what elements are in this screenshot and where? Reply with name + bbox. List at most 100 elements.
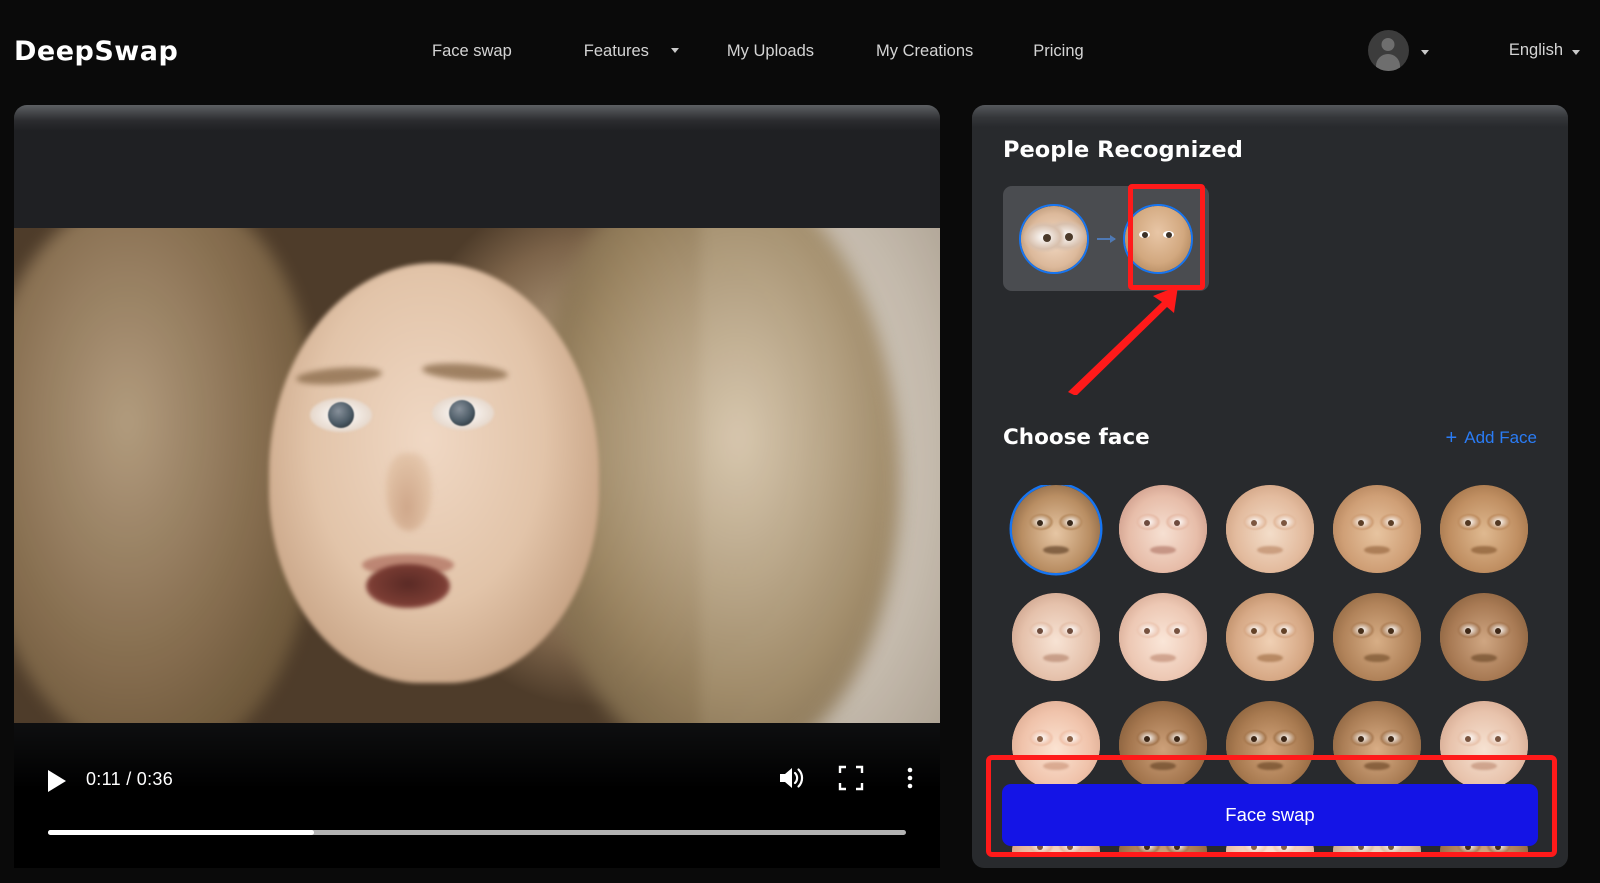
face-thumbnail-mouth bbox=[1256, 546, 1283, 554]
face-thumbnail-mouth bbox=[1363, 546, 1390, 554]
choose-face-header: Choose face + Add Face bbox=[1003, 425, 1537, 450]
language-chevron-down-icon bbox=[1572, 49, 1580, 55]
account-chevron-down-icon[interactable] bbox=[1420, 49, 1429, 55]
video-control-icons bbox=[774, 763, 940, 793]
face-thumbnail bbox=[1225, 485, 1314, 573]
face-selection-panel: People Recognized Choose face + Add Face… bbox=[972, 105, 1568, 868]
face-option-face-5[interactable] bbox=[1439, 485, 1528, 573]
recognized-source-face[interactable] bbox=[1019, 203, 1089, 274]
face-thumbnail bbox=[1332, 701, 1421, 789]
brand-logo[interactable]: DeepSwap bbox=[14, 36, 178, 67]
user-avatar-icon[interactable] bbox=[1367, 30, 1409, 71]
face-thumbnail-eyes bbox=[1144, 736, 1151, 742]
face-thumbnail-eyes bbox=[1464, 520, 1471, 526]
video-controls-bar: 0:11 / 0:36 bbox=[14, 723, 940, 868]
face-thumbnail-mouth bbox=[1256, 654, 1283, 662]
face-thumbnail-mouth bbox=[1150, 546, 1177, 554]
add-face-label: Add Face bbox=[1464, 427, 1537, 447]
fullscreen-icon[interactable] bbox=[836, 763, 866, 793]
face-thumbnail-eyes bbox=[1250, 628, 1257, 634]
language-label: English bbox=[1508, 41, 1563, 59]
face-option-face-8[interactable] bbox=[1225, 593, 1314, 681]
face-option-face-4[interactable] bbox=[1332, 485, 1421, 573]
recognized-person-pair[interactable] bbox=[1003, 186, 1209, 291]
nav-link-my-uploads[interactable]: My Uploads bbox=[727, 38, 814, 64]
face-thumbnail bbox=[1439, 701, 1528, 789]
face-option-face-1[interactable] bbox=[1012, 485, 1101, 573]
face-thumbnail-eyes bbox=[1037, 628, 1044, 634]
face-thumbnail-eyes bbox=[1357, 628, 1364, 634]
nav-link-features[interactable]: Features bbox=[584, 38, 649, 64]
people-recognized-title: People Recognized bbox=[1003, 137, 1243, 163]
face-option-face-3[interactable] bbox=[1225, 485, 1314, 573]
face-thumbnail bbox=[1332, 593, 1421, 681]
face-thumbnail bbox=[1119, 485, 1208, 573]
face-thumbnail-mouth bbox=[1470, 546, 1497, 554]
nav-link-my-creations[interactable]: My Creations bbox=[876, 38, 973, 64]
video-frame-face bbox=[269, 263, 599, 683]
face-thumbnail-mouth bbox=[1043, 762, 1070, 770]
video-frame-iris-left bbox=[328, 402, 354, 428]
more-options-icon[interactable] bbox=[898, 763, 922, 793]
panel-top-sheen bbox=[14, 105, 940, 131]
video-frame[interactable] bbox=[14, 228, 940, 723]
video-frame-nose bbox=[386, 453, 432, 531]
face-thumbnail-eyes bbox=[1037, 520, 1044, 526]
face-option-face-12[interactable] bbox=[1119, 701, 1208, 789]
source-face-thumbnail bbox=[1021, 205, 1087, 272]
face-swap-cta-wrapper: Face swap bbox=[1002, 784, 1538, 846]
face-thumbnail-eyes bbox=[1144, 628, 1151, 634]
face-thumbnail-eyes bbox=[1357, 736, 1364, 742]
face-option-face-6[interactable] bbox=[1012, 593, 1101, 681]
video-frame-iris-right bbox=[449, 400, 475, 426]
face-thumbnail-eyes bbox=[1144, 520, 1151, 526]
face-thumbnail bbox=[1439, 485, 1528, 573]
face-thumbnail-eyes bbox=[1250, 520, 1257, 526]
nav-link-face-swap[interactable]: Face swap bbox=[432, 38, 512, 64]
face-thumbnail-mouth bbox=[1043, 654, 1070, 662]
face-thumbnail-mouth bbox=[1150, 654, 1177, 662]
face-option-face-9[interactable] bbox=[1332, 593, 1421, 681]
face-option-face-10[interactable] bbox=[1439, 593, 1528, 681]
plus-icon: + bbox=[1445, 426, 1458, 449]
face-thumbnail bbox=[1332, 485, 1421, 573]
face-thumbnail-eyes bbox=[1037, 736, 1044, 742]
face-thumbnail bbox=[1225, 701, 1314, 789]
face-thumbnail-eyes bbox=[1464, 628, 1471, 634]
video-time-display: 0:11 / 0:36 bbox=[86, 769, 174, 789]
side-panel-top-sheen bbox=[972, 105, 1568, 127]
face-thumbnail-mouth bbox=[1470, 654, 1497, 662]
face-thumbnail-mouth bbox=[1363, 654, 1390, 662]
play-icon[interactable] bbox=[48, 770, 66, 792]
language-selector[interactable]: English bbox=[1509, 41, 1580, 60]
face-option-face-7[interactable] bbox=[1119, 593, 1208, 681]
swap-arrow-icon bbox=[1097, 234, 1116, 243]
volume-icon[interactable] bbox=[774, 763, 808, 793]
face-option-face-13[interactable] bbox=[1225, 701, 1314, 789]
face-thumbnail bbox=[1012, 593, 1101, 681]
face-thumbnail bbox=[1439, 593, 1528, 681]
face-option-face-2[interactable] bbox=[1119, 485, 1208, 573]
face-option-face-15[interactable] bbox=[1439, 701, 1528, 789]
face-thumbnail-mouth bbox=[1470, 762, 1497, 770]
face-thumbnail-mouth bbox=[1256, 762, 1283, 770]
face-thumbnail bbox=[1012, 485, 1101, 573]
choose-face-title: Choose face bbox=[1003, 425, 1150, 450]
nav-link-pricing[interactable]: Pricing bbox=[1033, 38, 1083, 64]
face-thumbnail-mouth bbox=[1043, 546, 1070, 554]
video-player-panel: 0:11 / 0:36 bbox=[14, 105, 940, 868]
face-thumbnail-eyes bbox=[1357, 520, 1364, 526]
face-thumbnail-eyes bbox=[1464, 736, 1471, 742]
face-thumbnail-eyes bbox=[1250, 736, 1257, 742]
add-face-button[interactable]: + Add Face bbox=[1446, 428, 1537, 448]
top-navigation-bar: DeepSwap Face swap Features My Uploads M… bbox=[0, 0, 1600, 103]
nav-right-group: English bbox=[1367, 30, 1580, 71]
recognized-target-face[interactable] bbox=[1123, 203, 1193, 274]
video-frame-mouth bbox=[366, 564, 450, 608]
face-option-face-14[interactable] bbox=[1332, 701, 1421, 789]
chevron-down-icon bbox=[670, 47, 679, 53]
face-swap-button[interactable]: Face swap bbox=[1002, 784, 1538, 846]
face-option-face-11[interactable] bbox=[1012, 701, 1101, 789]
nav-links: Face swap Features My Uploads My Creatio… bbox=[432, 38, 1084, 64]
video-progress-bar[interactable] bbox=[48, 830, 906, 835]
